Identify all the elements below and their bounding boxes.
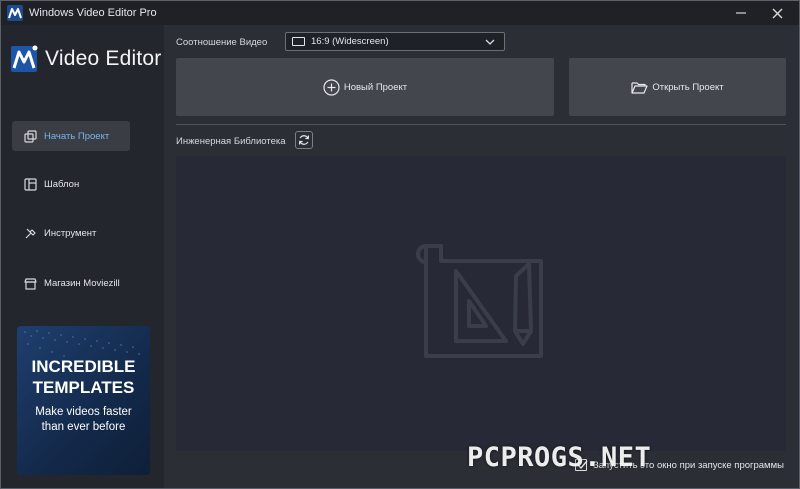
minimize-button[interactable] xyxy=(723,1,759,25)
widescreen-icon xyxy=(292,37,305,46)
refresh-button[interactable] xyxy=(295,131,313,149)
promo-subtitle-line1: Make videos faster xyxy=(35,406,132,418)
library-label: Инженерная Библиотека xyxy=(176,136,286,147)
close-icon xyxy=(772,8,782,18)
close-button[interactable] xyxy=(759,1,795,25)
main-panel: Соотношение Видео 16:9 (Widescreen) Новы… xyxy=(164,25,799,488)
store-icon xyxy=(24,277,37,290)
minimize-icon xyxy=(736,12,746,14)
watermark: PCPROGS.NET xyxy=(467,442,652,473)
plus-circle-icon xyxy=(323,78,340,96)
blueprint-placeholder-icon xyxy=(416,244,543,358)
folder-open-icon xyxy=(631,81,648,94)
aspect-ratio-select[interactable]: 16:9 (Widescreen) xyxy=(285,32,505,51)
aspect-ratio-label: Соотношение Видео xyxy=(176,37,268,48)
promo-subtitle-line2: than ever before xyxy=(41,421,126,433)
promo-title-line2: TEMPLATES xyxy=(32,378,135,397)
video-editor-logo-icon xyxy=(11,45,38,72)
window-title: Windows Video Editor Pro xyxy=(29,7,157,19)
refresh-icon xyxy=(298,135,310,145)
brand: Video Editor xyxy=(11,45,161,73)
promo-banner[interactable]: INCREDIBLE TEMPLATES Make videos faster … xyxy=(17,326,150,475)
sidebar-item-template[interactable]: Шаблон xyxy=(12,169,130,199)
app-logo-icon xyxy=(7,5,23,21)
app-window: Windows Video Editor Pro Video Editor На… xyxy=(0,0,800,489)
sidebar-item-label: Магазин Moviezill xyxy=(44,277,120,289)
template-icon xyxy=(24,177,37,191)
sidebar-item-store[interactable]: Магазин Moviezill xyxy=(12,268,130,298)
sidebar-item-start-project[interactable]: Начать Проект xyxy=(12,121,130,151)
chevron-down-icon xyxy=(485,39,495,45)
sidebar-item-label: Шаблон xyxy=(44,178,80,190)
sidebar-item-label: Начать Проект xyxy=(44,130,110,142)
sidebar-item-label: Инструмент xyxy=(44,227,97,239)
new-project-button[interactable]: Новый Проект xyxy=(176,58,554,116)
title-bar: Windows Video Editor Pro xyxy=(1,1,799,25)
brand-name: Video Editor xyxy=(45,47,162,70)
new-project-label: Новый Проект xyxy=(343,81,408,93)
open-project-button[interactable]: Открыть Проект xyxy=(569,58,786,116)
sidebar: Video Editor Начать Проект Шаблон Инстру… xyxy=(1,25,164,488)
open-project-label: Открыть Проект xyxy=(652,81,724,93)
sidebar-item-tool[interactable]: Инструмент xyxy=(12,218,130,248)
divider xyxy=(176,124,786,125)
aspect-ratio-value: 16:9 (Widescreen) xyxy=(311,36,389,47)
start-project-icon xyxy=(24,129,37,143)
promo-title-line1: INCREDIBLE xyxy=(31,357,136,376)
library-area xyxy=(176,156,786,451)
tool-icon xyxy=(25,228,36,238)
